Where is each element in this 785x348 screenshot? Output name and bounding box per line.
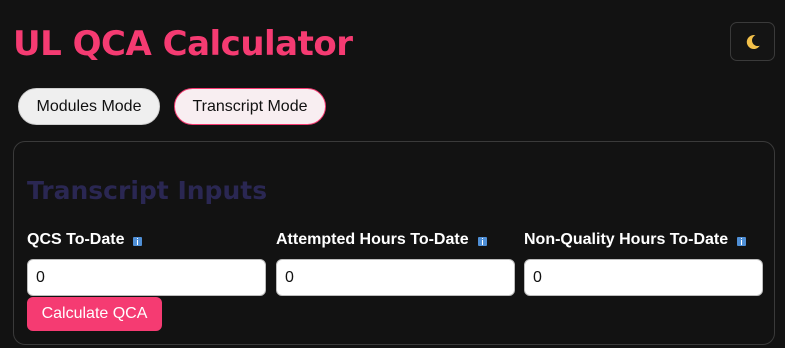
theme-toggle-button[interactable] bbox=[730, 22, 775, 61]
moon-icon bbox=[746, 34, 760, 49]
qcs-label-text: QCS To-Date bbox=[27, 231, 125, 248]
info-icon[interactable] bbox=[133, 237, 143, 246]
calculate-qca-button[interactable]: Calculate QCA bbox=[27, 297, 162, 331]
section-title: Transcript Inputs bbox=[27, 176, 268, 205]
attempted-hours-label: Attempted Hours To-Date bbox=[276, 231, 487, 249]
info-icon[interactable] bbox=[737, 237, 747, 246]
attempted-hours-label-text: Attempted Hours To-Date bbox=[276, 231, 469, 248]
non-quality-hours-input[interactable] bbox=[524, 259, 763, 296]
modules-mode-button[interactable]: Modules Mode bbox=[18, 88, 160, 125]
transcript-inputs-card: Transcript Inputs QCS To-Date Attempted … bbox=[13, 141, 775, 345]
qcs-label: QCS To-Date bbox=[27, 231, 143, 249]
non-quality-hours-label-text: Non-Quality Hours To-Date bbox=[524, 231, 729, 248]
qcs-input[interactable] bbox=[27, 259, 266, 296]
page-title: UL QCA Calculator bbox=[13, 24, 353, 64]
transcript-mode-button[interactable]: Transcript Mode bbox=[174, 88, 326, 125]
info-icon[interactable] bbox=[477, 237, 487, 246]
attempted-hours-input[interactable] bbox=[276, 259, 515, 296]
non-quality-hours-label: Non-Quality Hours To-Date bbox=[524, 231, 747, 249]
app-root: UL QCA Calculator Modules Mode Transcrip… bbox=[0, 0, 785, 348]
